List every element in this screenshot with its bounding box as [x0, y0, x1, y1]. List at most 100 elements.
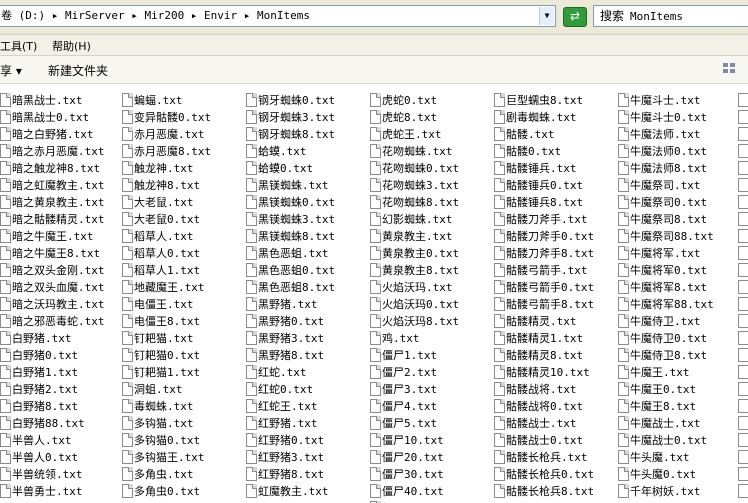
- text-file-icon: [738, 178, 748, 192]
- views-icon[interactable]: [723, 63, 737, 75]
- file-name: 红蛇.txt: [258, 366, 307, 379]
- text-file-icon: [618, 212, 629, 226]
- file-name: 多角虫0.txt: [134, 485, 201, 498]
- text-file-icon: [122, 467, 133, 481]
- text-file-icon: [738, 93, 748, 107]
- file-name: 牛魔法师.txt: [630, 128, 701, 141]
- menu-tools[interactable]: 工具(T): [0, 38, 37, 54]
- file-name: 牛魔祭司0.txt: [630, 196, 708, 209]
- text-file-icon: [0, 263, 11, 277]
- text-file-icon: [494, 178, 505, 192]
- file-name: 骷髅精灵.txt: [506, 315, 577, 328]
- file-name: 骷髅.txt: [506, 128, 555, 141]
- text-file-icon: [494, 229, 505, 243]
- text-file-icon: [618, 93, 629, 107]
- text-file-icon: [618, 314, 629, 328]
- text-file-icon: [122, 161, 133, 175]
- search-input[interactable]: 搜索 MonItems: [593, 5, 748, 27]
- text-file-icon: [122, 348, 133, 362]
- text-file-icon: [246, 484, 257, 498]
- file-name: 黑色恶蛆8.txt: [258, 281, 336, 294]
- text-file-icon: [618, 484, 629, 498]
- text-file-icon: [0, 382, 11, 396]
- file-name: 暗之邪恶毒蛇.txt: [12, 315, 105, 328]
- text-file-icon: [246, 433, 257, 447]
- file-name: 红野猪.txt: [258, 417, 318, 430]
- file-name: 骷髅长枪兵8.txt: [506, 485, 595, 498]
- file-name: 骷髅战将0.txt: [506, 400, 584, 413]
- file-name: 蛤蟆0.txt: [258, 162, 314, 175]
- menu-help[interactable]: 帮助(H): [52, 38, 91, 54]
- text-file-icon: [122, 450, 133, 464]
- file-name: 虹魔教主.txt: [258, 485, 329, 498]
- new-folder-button[interactable]: 新建文件夹: [48, 62, 108, 79]
- text-file-icon: [370, 314, 381, 328]
- file-name: 赤月恶魔.txt: [134, 128, 205, 141]
- text-file-icon: [738, 161, 748, 175]
- file-name: 暗之黄泉教主.txt: [12, 196, 105, 209]
- text-file-icon: [494, 212, 505, 226]
- file-name: 钉耙猫1.txt: [134, 366, 201, 379]
- text-file-icon: [494, 331, 505, 345]
- file-name: 暗之赤月恶魔.txt: [12, 145, 105, 158]
- file-list: 暗黑战士.txt 暗黑战士0.txt 暗之白野猪.txt 暗之赤月恶魔.txt 暗之触龙…: [0, 84, 748, 503]
- text-file-icon: [738, 110, 748, 124]
- file-name: 蛤蟆.txt: [258, 145, 307, 158]
- text-file-icon: [618, 178, 629, 192]
- text-file-icon: [0, 399, 11, 413]
- text-file-icon: [0, 161, 11, 175]
- file-name: 半兽人.txt: [12, 434, 72, 447]
- text-file-icon: [370, 484, 381, 498]
- file-name: 钢牙蜘蛛3.txt: [258, 111, 336, 124]
- file-name: 暗之双头金刚.txt: [12, 264, 105, 277]
- address-path: 卷 (D:) ▸ MirServer ▸ Mir200 ▸ Envir ▸ Mo…: [1, 9, 311, 22]
- text-file-icon: [246, 144, 257, 158]
- file-name: 骷髅锤兵8.txt: [506, 196, 584, 209]
- text-file-icon: [618, 382, 629, 396]
- file-name: 多钩猫.txt: [134, 417, 194, 430]
- text-file-icon: [122, 365, 133, 379]
- file-name: 牛魔将军0.txt: [630, 264, 708, 277]
- chevron-down-icon[interactable]: ▼: [539, 7, 554, 25]
- file-name: 骷髅战士0.txt: [506, 434, 584, 447]
- text-file-icon: [618, 467, 629, 481]
- file-name: 牛魔将军.txt: [630, 247, 701, 260]
- file-name: 黑色恶蛆0.txt: [258, 264, 336, 277]
- text-file-icon: [618, 433, 629, 447]
- text-file-icon: [246, 110, 257, 124]
- file-name: 骷髅刀斧手8.txt: [506, 247, 595, 260]
- file-name: 牛魔祭司88.txt: [630, 230, 714, 243]
- text-file-icon: [494, 365, 505, 379]
- text-file-icon: [246, 178, 257, 192]
- file-name: 千年树妖.txt: [630, 485, 701, 498]
- text-file-icon: [370, 195, 381, 209]
- text-file-icon: [618, 280, 629, 294]
- text-file-icon: [618, 246, 629, 260]
- file-name: 骷髅锤兵0.txt: [506, 179, 584, 192]
- file-name: 洞蛆.txt: [134, 383, 183, 396]
- text-file-icon: [246, 382, 257, 396]
- file-name: 黑野猪0.txt: [258, 315, 325, 328]
- file-name: 白野猪.txt: [12, 332, 72, 345]
- text-file-icon: [122, 331, 133, 345]
- text-file-icon: [738, 331, 748, 345]
- text-file-icon: [618, 399, 629, 413]
- file-name: 鸡.txt: [382, 332, 420, 345]
- text-file-icon: [122, 280, 133, 294]
- text-file-icon: [122, 144, 133, 158]
- file-name: 稻草人0.txt: [134, 247, 201, 260]
- text-file-icon: [738, 433, 748, 447]
- text-file-icon: [122, 484, 133, 498]
- file-name: 电僵王8.txt: [134, 315, 201, 328]
- address-field[interactable]: 卷 (D:) ▸ MirServer ▸ Mir200 ▸ Envir ▸ Mo…: [0, 5, 556, 27]
- text-file-icon: [738, 246, 748, 260]
- file-name: 牛魔祭司.txt: [630, 179, 701, 192]
- text-file-icon: [738, 365, 748, 379]
- text-file-icon: [738, 348, 748, 362]
- file-name: 骷髅精灵10.txt: [506, 366, 590, 379]
- go-arrow-icon[interactable]: ⇄: [563, 7, 587, 27]
- share-button[interactable]: 享 ▾: [0, 62, 22, 79]
- file-name: 牛魔王.txt: [630, 366, 690, 379]
- text-file-icon: [738, 467, 748, 481]
- text-file-icon: [246, 297, 257, 311]
